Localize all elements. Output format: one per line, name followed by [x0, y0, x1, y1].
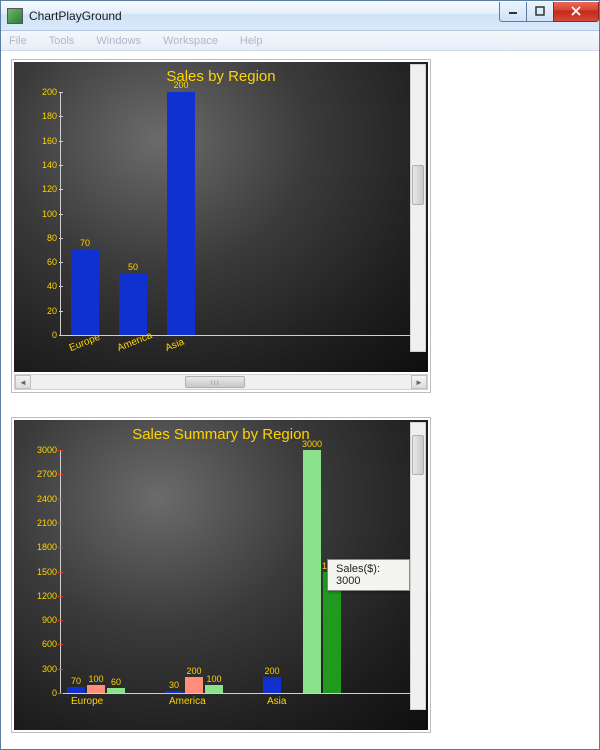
- window-title: ChartPlayGround: [29, 9, 122, 23]
- y-axis-tick: 80: [31, 233, 57, 243]
- menu-item[interactable]: File: [9, 35, 27, 47]
- x-axis-category: America: [169, 696, 206, 707]
- y-axis-tick: 0: [31, 330, 57, 340]
- bar[interactable]: [303, 450, 321, 693]
- window-controls: [500, 2, 599, 22]
- bar[interactable]: [107, 688, 125, 693]
- bar-value-label: 200: [252, 666, 292, 676]
- chart-panel-1: Sales by Region 020406080100120140160180…: [11, 59, 431, 393]
- y-axis-tick: 200: [31, 87, 57, 97]
- client-area: Sales by Region 020406080100120140160180…: [1, 51, 599, 749]
- menu-item[interactable]: Windows: [96, 35, 141, 47]
- app-icon: [7, 8, 23, 24]
- bar[interactable]: [165, 691, 183, 693]
- menu-item[interactable]: Help: [240, 35, 263, 47]
- bar[interactable]: [71, 250, 99, 335]
- x-axis-category: Europe: [68, 332, 102, 354]
- y-axis-tick: 300: [31, 664, 57, 674]
- y-axis-tick: 2400: [31, 494, 57, 504]
- y-axis-tick: 2100: [31, 518, 57, 528]
- bar[interactable]: [167, 92, 195, 335]
- y-axis-tick: 1500: [31, 567, 57, 577]
- x-axis-category: Europe: [71, 696, 103, 707]
- titlebar[interactable]: ChartPlayGround: [1, 1, 599, 31]
- bar-value-label: 60: [96, 677, 136, 687]
- vertical-scrollbar[interactable]: [410, 64, 426, 352]
- scroll-left-arrow[interactable]: ◄: [15, 375, 31, 389]
- chart-tooltip: Sales($): 3000: [327, 559, 410, 591]
- chart-plot-area[interactable]: 0300600900120015001800210024002700300070…: [60, 450, 410, 694]
- x-axis-category: Asia: [267, 696, 286, 707]
- chart-surface: Sales by Region 020406080100120140160180…: [14, 62, 428, 372]
- bar-value-label: 200: [161, 80, 201, 90]
- menubar: File Tools Windows Workspace Help: [1, 31, 599, 51]
- titlebar-left: ChartPlayGround: [7, 8, 122, 24]
- maximize-button[interactable]: [526, 2, 554, 22]
- minimize-icon: [508, 6, 518, 16]
- chart-title: Sales Summary by Region: [14, 426, 428, 443]
- y-axis-tick: 1200: [31, 591, 57, 601]
- menu-item[interactable]: Tools: [49, 35, 75, 47]
- close-icon: [570, 6, 582, 16]
- bar[interactable]: [67, 687, 85, 693]
- y-axis-tick: 3000: [31, 445, 57, 455]
- vertical-scrollbar[interactable]: [410, 422, 426, 710]
- bar-value-label: 3000: [292, 439, 332, 449]
- menu-item[interactable]: Workspace: [163, 35, 218, 47]
- bar-value-label: 50: [113, 262, 153, 272]
- chart-title: Sales by Region: [14, 68, 428, 85]
- y-axis-tick: 120: [31, 184, 57, 194]
- y-axis-tick: 2700: [31, 469, 57, 479]
- bar-value-label: 70: [65, 238, 105, 248]
- close-button[interactable]: [553, 2, 599, 22]
- app-window: ChartPlayGround File Tools Windows Works…: [0, 0, 600, 750]
- y-axis-tick: 600: [31, 639, 57, 649]
- scroll-right-arrow[interactable]: ►: [411, 375, 427, 389]
- y-axis-tick: 160: [31, 136, 57, 146]
- bar[interactable]: [119, 274, 147, 335]
- chart-plot-area[interactable]: 02040608010012014016018020070Europe50Ame…: [60, 92, 410, 336]
- minimize-button[interactable]: [499, 2, 527, 22]
- y-axis-tick: 60: [31, 257, 57, 267]
- y-axis-tick: 40: [31, 281, 57, 291]
- y-axis-tick: 20: [31, 306, 57, 316]
- bar[interactable]: [205, 685, 223, 693]
- y-axis-tick: 1800: [31, 542, 57, 552]
- scrollbar-thumb[interactable]: ııı: [185, 376, 245, 388]
- chart-surface: Sales Summary by Region 0300600900120015…: [14, 420, 428, 730]
- y-axis-tick: 900: [31, 615, 57, 625]
- bar[interactable]: [263, 677, 281, 693]
- scrollbar-thumb[interactable]: [412, 435, 424, 475]
- maximize-icon: [535, 6, 545, 16]
- horizontal-scrollbar[interactable]: ◄ ııı ►: [14, 374, 428, 390]
- bar-value-label: 100: [194, 674, 234, 684]
- scrollbar-thumb[interactable]: [412, 165, 424, 205]
- x-axis-category: Asia: [164, 337, 186, 354]
- chart-panel-2: Sales Summary by Region 0300600900120015…: [11, 417, 431, 733]
- y-axis-tick: 180: [31, 111, 57, 121]
- y-axis-tick: 0: [31, 688, 57, 698]
- y-axis-tick: 140: [31, 160, 57, 170]
- y-axis-tick: 100: [31, 209, 57, 219]
